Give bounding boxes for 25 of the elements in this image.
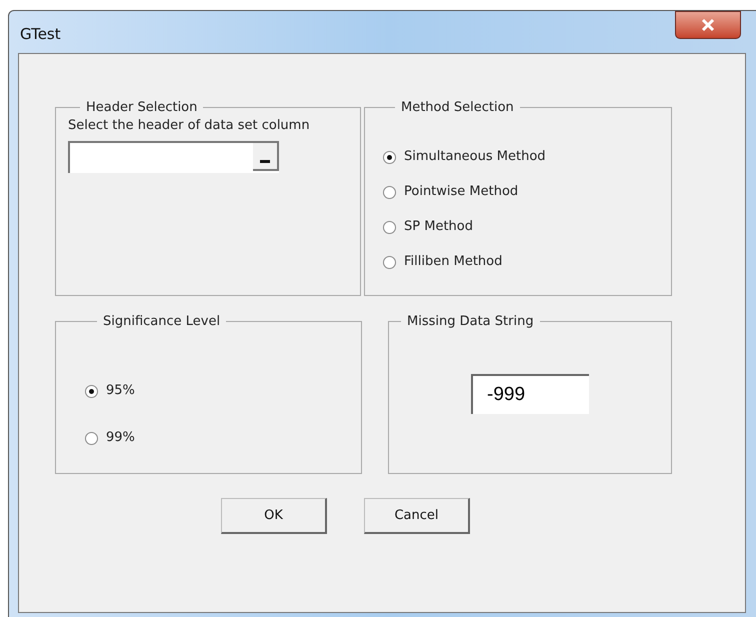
field-label: Select the header of data set column <box>68 116 311 134</box>
radio-label: Filliben Method <box>404 253 502 272</box>
window-title: GTest <box>20 24 61 45</box>
radio-label: 95% <box>106 382 135 400</box>
group-title: Significance Level <box>102 313 222 331</box>
dialog-button[interactable]: OK <box>221 498 327 534</box>
group-title: Method Selection <box>400 99 515 117</box>
radio-label: Simultaneous Method <box>404 148 546 166</box>
close-button[interactable] <box>675 11 741 39</box>
radio-button[interactable] <box>383 150 396 164</box>
radio-button[interactable] <box>85 432 98 444</box>
group-title: Header Selection <box>85 99 198 117</box>
missing-data-field[interactable]: -999 <box>471 374 589 414</box>
dialog-button[interactable]: Cancel <box>364 498 470 534</box>
header-dropdown[interactable] <box>68 141 279 173</box>
radio-label: Pointwise Method <box>404 183 518 202</box>
radio-label: 99% <box>106 429 135 448</box>
radio-button[interactable] <box>383 256 396 268</box>
radio-button[interactable] <box>383 220 396 234</box>
radio-label: SP Method <box>404 218 473 236</box>
radio-button[interactable] <box>85 384 98 398</box>
dropdown-icon <box>260 160 270 163</box>
close-icon <box>700 18 716 32</box>
group-title: Missing Data String <box>406 313 535 331</box>
radio-button[interactable] <box>383 186 396 198</box>
